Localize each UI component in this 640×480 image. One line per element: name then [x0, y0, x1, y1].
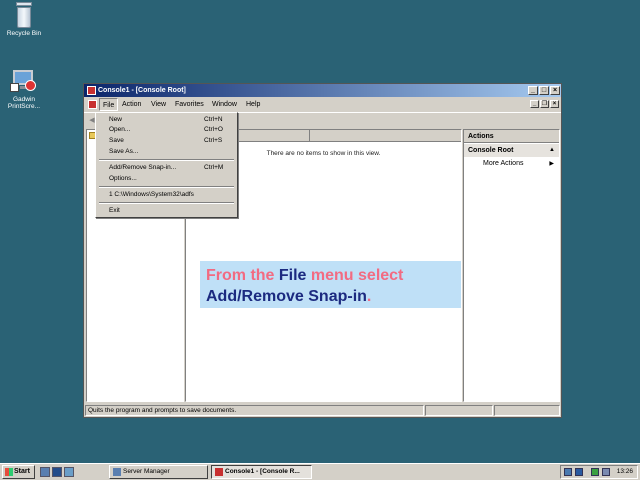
- task-label: Console1 - [Console R...: [225, 468, 300, 475]
- monitor-icon[interactable]: [575, 468, 583, 476]
- status-cell: [494, 405, 560, 416]
- desktop-icon-label: Recycle Bin: [6, 30, 42, 37]
- clock[interactable]: 13:26: [617, 466, 633, 478]
- callout-text: menu select: [306, 267, 404, 284]
- status-bar: Quits the program and prompts to save do…: [84, 403, 561, 417]
- callout-text: From the: [206, 267, 279, 284]
- maximize-button[interactable]: □: [539, 86, 549, 95]
- server-manager-quicklaunch-icon[interactable]: [40, 467, 50, 477]
- desktop-icon-gadwin[interactable]: ↗ Gadwin PrintScre...: [0, 68, 48, 110]
- status-text: Quits the program and prompts to save do…: [85, 405, 424, 416]
- more-actions-label: More Actions: [483, 160, 524, 167]
- explorer-quicklaunch-icon[interactable]: [64, 467, 74, 477]
- task-label: Server Manager: [123, 468, 170, 475]
- system-tray: 13:26: [560, 465, 638, 479]
- volume-icon[interactable]: [602, 468, 610, 476]
- callout-text: Add/Remove Snap-in: [206, 288, 367, 305]
- document-icon: [88, 100, 97, 109]
- taskbar: Start Server Manager Console1 - [Console…: [0, 463, 640, 480]
- recycle-bin-icon: [14, 2, 34, 28]
- instruction-callout: From the File menu select Add/Remove Snap…: [200, 261, 461, 308]
- menu-item-save[interactable]: Save Ctrl+S: [98, 136, 235, 146]
- menu-item-open[interactable]: Open... Ctrl+O: [98, 125, 235, 135]
- child-minimize-button[interactable]: _: [530, 100, 539, 108]
- gadwin-printscreen-icon: ↗: [10, 68, 37, 94]
- child-close-button[interactable]: ×: [550, 100, 559, 108]
- menu-item-add-remove-snap-in[interactable]: Add/Remove Snap-in... Ctrl+M: [98, 163, 235, 173]
- child-restore-button[interactable]: ❐: [540, 100, 549, 108]
- menu-separator: [99, 186, 234, 188]
- callout-text: File: [278, 267, 307, 284]
- network-icon[interactable]: [564, 468, 572, 476]
- server-manager-icon: [113, 468, 121, 476]
- task-server-manager[interactable]: Server Manager: [109, 465, 208, 479]
- actions-group-console-root[interactable]: Console Root ▲: [464, 144, 559, 157]
- task-console1[interactable]: Console1 - [Console R...: [211, 465, 312, 479]
- start-button[interactable]: Start: [2, 465, 35, 479]
- menu-file[interactable]: File: [99, 98, 119, 111]
- start-label: Start: [14, 468, 30, 475]
- window-title: Console1 - [Console Root]: [98, 87, 186, 94]
- powershell-quicklaunch-icon[interactable]: [52, 467, 62, 477]
- menu-item-exit[interactable]: Exit: [98, 206, 235, 216]
- menu-bar: File Action View Favorites Window Help: [84, 98, 561, 111]
- actions-title: Actions: [464, 130, 559, 143]
- menu-window[interactable]: Window: [209, 98, 240, 111]
- file-menu-dropdown: New Ctrl+N Open... Ctrl+O Save Ctrl+S Save …: [95, 112, 238, 218]
- desktop-icon-recycle-bin[interactable]: Recycle Bin: [0, 2, 48, 37]
- status-cell: [425, 405, 493, 416]
- menu-view[interactable]: View: [148, 98, 169, 111]
- menu-item-recent-file[interactable]: 1 C:\Windows\System32\adfs: [98, 190, 235, 200]
- menu-item-new[interactable]: New Ctrl+N: [98, 115, 235, 125]
- more-actions-item[interactable]: More Actions ▶: [464, 158, 559, 170]
- close-button[interactable]: ×: [550, 86, 560, 95]
- actions-pane: Actions Console Root ▲ More Actions ▶: [463, 129, 560, 402]
- menu-item-save-as[interactable]: Save As...: [98, 147, 235, 157]
- menu-favorites[interactable]: Favorites: [172, 98, 207, 111]
- collapse-caret-icon: ▲: [549, 147, 555, 153]
- title-bar[interactable]: Console1 - [Console Root] _ □ ×: [84, 84, 561, 97]
- security-icon[interactable]: [591, 468, 599, 476]
- mmc-icon: [215, 468, 223, 476]
- menu-action[interactable]: Action: [119, 98, 144, 111]
- callout-text: .: [366, 288, 372, 305]
- menu-item-options[interactable]: Options...: [98, 174, 235, 184]
- submenu-arrow-icon: ▶: [549, 161, 554, 167]
- menu-separator: [99, 202, 234, 204]
- windows-logo-icon: [5, 468, 13, 476]
- desktop-icon-label: Gadwin PrintScre...: [7, 96, 41, 110]
- menu-separator: [99, 159, 234, 161]
- actions-group-label: Console Root: [468, 147, 514, 154]
- minimize-button[interactable]: _: [528, 86, 538, 95]
- menu-help[interactable]: Help: [243, 98, 263, 111]
- mmc-app-icon: [87, 86, 96, 95]
